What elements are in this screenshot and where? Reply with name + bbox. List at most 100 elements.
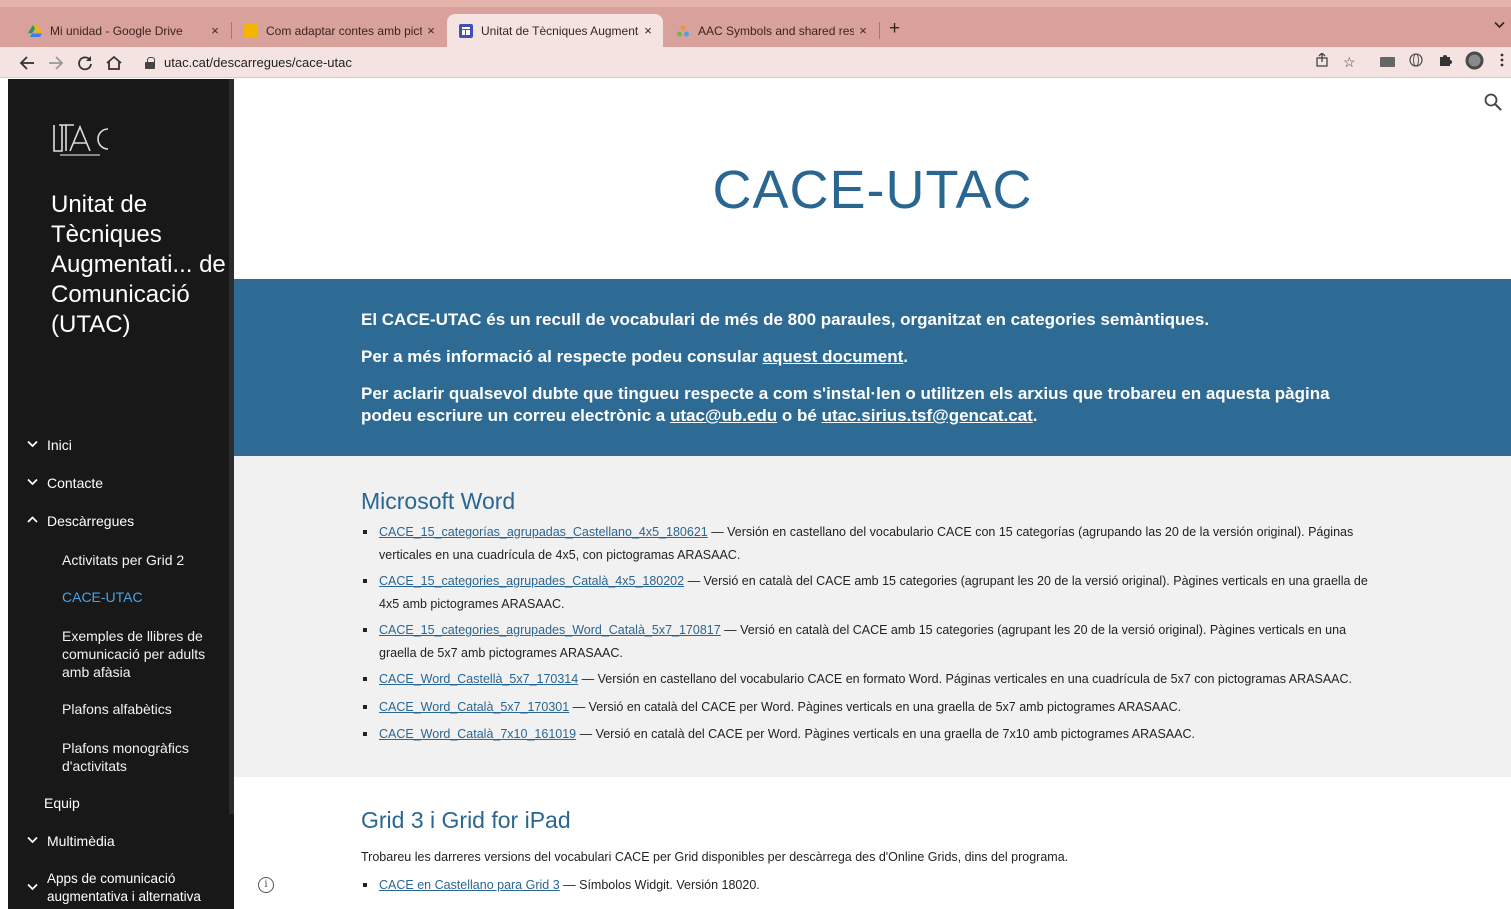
intro-paragraph-2: Per a més informació al respecte podeu c…	[361, 346, 1361, 368]
nav-label[interactable]: Plafons monogràfics d'activitats	[62, 739, 212, 775]
bullet	[363, 883, 367, 887]
tab-title: Mi unidad - Google Drive	[50, 23, 183, 38]
intro-paragraph-3: Per aclarir qualsevol dubte que tingueu …	[361, 383, 1361, 427]
nav-item-inici[interactable]: Inici	[27, 436, 72, 454]
bullet	[363, 579, 367, 583]
bullet	[363, 677, 367, 681]
profile-avatar[interactable]	[1465, 51, 1484, 74]
nav-subitem-exemples-llibres[interactable]: Exemples de llibres de comunicació per a…	[62, 627, 220, 681]
intro-text: Per a més informació al respecte podeu c…	[361, 347, 763, 366]
chevron-down-icon[interactable]	[27, 474, 41, 492]
nav-label[interactable]: Exemples de llibres de comunicació per a…	[62, 627, 220, 681]
nav-subitem-plafons-alfabetics[interactable]: Plafons alfabètics	[62, 700, 222, 718]
tab-utac[interactable]: Unitat de Tècniques Augmenta ×	[447, 14, 663, 47]
intro-paragraph-1: El CACE-UTAC és un recull de vocabulari …	[361, 309, 1361, 331]
info-icon[interactable]: i	[258, 877, 274, 893]
browser-menu-icon[interactable]	[1500, 53, 1504, 71]
site-sidebar: Unitat de Tècniques Augmentati... de Com…	[8, 79, 234, 909]
microsoft-word-section: Microsoft Word CACE_15_categorías_agrupa…	[234, 456, 1511, 777]
share-icon[interactable]	[1316, 52, 1328, 71]
nav-item-apps-caa[interactable]: Apps de comunicació augmentativa i alter…	[27, 870, 217, 906]
close-tab-icon[interactable]: ×	[639, 23, 657, 38]
aquest-document-link[interactable]: aquest document	[763, 347, 904, 366]
download-link[interactable]: CACE_15_categorías_agrupadas_Castellano_…	[379, 525, 708, 539]
close-tab-icon[interactable]: ×	[422, 23, 440, 38]
download-link[interactable]: CACE_Word_Català_5x7_170301	[379, 700, 569, 714]
nav-label[interactable]: Apps de comunicació augmentativa i alter…	[47, 870, 217, 906]
chevron-up-icon[interactable]	[27, 512, 41, 530]
nav-label[interactable]: Inici	[47, 436, 72, 454]
lock-icon[interactable]	[145, 57, 155, 69]
nav-item-contacte[interactable]: Contacte	[27, 474, 103, 492]
email-gencat-link[interactable]: utac.sirius.tsf@gencat.cat	[822, 406, 1033, 425]
browser-window: Mi unidad - Google Drive × Com adaptar c…	[0, 0, 1511, 909]
new-tab-button[interactable]: +	[889, 19, 900, 39]
download-link[interactable]: CACE_15_categories_agrupades_Català_4x5_…	[379, 574, 684, 588]
section-heading: Grid 3 i Grid for iPad	[361, 807, 571, 833]
nav-label[interactable]: Multimèdia	[47, 832, 115, 850]
google-drive-icon	[28, 24, 42, 38]
tab-aac-symbols[interactable]: AAC Symbols and shared reso ×	[664, 14, 878, 47]
window-top-edge	[0, 0, 1511, 7]
bookmark-star-icon[interactable]: ☆	[1343, 53, 1356, 71]
list-item: CACE_Word_Castellà_5x7_170314 — Versión …	[361, 668, 1381, 691]
extension-globe-icon[interactable]	[1409, 53, 1423, 71]
nav-label[interactable]: Plafons alfabètics	[62, 700, 172, 718]
nav-item-descarregues[interactable]: Descàrregues	[27, 512, 134, 530]
intro-text: o bé	[777, 406, 822, 425]
chevron-down-icon[interactable]	[27, 832, 41, 850]
address-bar[interactable]: utac.cat/descarregues/cace-utac	[136, 51, 1370, 74]
bullet	[363, 732, 367, 736]
utac-logo[interactable]	[50, 121, 112, 161]
grid3-section: Grid 3 i Grid for iPad Trobareu les darr…	[234, 777, 1511, 909]
chevron-down-icon[interactable]	[27, 879, 41, 897]
bullet	[363, 530, 367, 534]
nav-subitem-cace-utac[interactable]: CACE-UTAC	[62, 588, 222, 606]
extension-icon[interactable]	[1380, 53, 1395, 71]
download-link[interactable]: CACE_Word_Castellà_5x7_170314	[379, 672, 578, 686]
section-description: Trobareu les darreres versions del vocab…	[361, 850, 1069, 864]
google-slides-icon	[244, 23, 258, 38]
nav-subitem-activitats-grid2[interactable]: Activitats per Grid 2	[62, 551, 222, 569]
tab-title: AAC Symbols and shared reso	[698, 23, 854, 38]
reload-icon[interactable]	[77, 51, 93, 77]
download-link[interactable]: CACE_Word_Català_7x10_161019	[379, 727, 576, 741]
nav-label[interactable]: Activitats per Grid 2	[62, 551, 184, 569]
item-description: — Versió en català del CACE per Word. Pà…	[576, 727, 1195, 741]
list-item: CACE en Castellano para Grid 3 — Símbolo…	[361, 874, 1381, 897]
site-title[interactable]: Unitat de Tècniques Augmentati... de Com…	[51, 190, 226, 340]
nav-label[interactable]: Equip	[44, 794, 80, 812]
download-link[interactable]: CACE en Castellano para Grid 3	[379, 878, 560, 892]
nav-label[interactable]: CACE-UTAC	[62, 588, 143, 606]
nav-item-equip[interactable]: Equip	[44, 794, 80, 812]
chevron-down-icon[interactable]	[27, 436, 41, 454]
url-text[interactable]: utac.cat/descarregues/cace-utac	[164, 55, 352, 70]
back-arrow-icon[interactable]	[19, 51, 35, 77]
main-content: CACE-UTAC El CACE-UTAC és un recull de v…	[234, 79, 1511, 909]
tab-com-adaptar-contes[interactable]: Com adaptar contes amb picto ×	[232, 14, 446, 47]
tab-google-drive[interactable]: Mi unidad - Google Drive ×	[16, 14, 230, 47]
download-link[interactable]: CACE_15_categories_agrupades_Word_Català…	[379, 623, 721, 637]
tab-search-chevron-icon[interactable]	[1494, 20, 1505, 32]
tab-strip: Mi unidad - Google Drive × Com adaptar c…	[0, 0, 1511, 47]
browser-toolbar: utac.cat/descarregues/cace-utac ☆	[0, 47, 1511, 78]
close-tab-icon[interactable]: ×	[854, 23, 872, 38]
nav-label[interactable]: Descàrregues	[47, 512, 134, 530]
list-item: CACE_Word_Català_5x7_170301 — Versió en …	[361, 696, 1381, 719]
puzzle-extensions-icon[interactable]	[1438, 53, 1452, 71]
google-sites-icon	[459, 23, 473, 38]
nav-item-multimedia[interactable]: Multimèdia	[27, 832, 115, 850]
item-description: — Versió en català del CACE per Word. Pà…	[569, 699, 1182, 714]
nav-subitem-plafons-monografics[interactable]: Plafons monogràfics d'activitats	[62, 739, 212, 775]
intro-text: .	[1032, 406, 1038, 425]
intro-text: El CACE-UTAC és un recull de vocabulari …	[361, 310, 1210, 329]
close-tab-icon[interactable]: ×	[206, 23, 224, 38]
forward-arrow-icon[interactable]	[48, 51, 64, 77]
search-icon[interactable]	[1484, 93, 1504, 113]
nav-label[interactable]: Contacte	[47, 474, 103, 492]
page-title: CACE-UTAC	[712, 160, 1033, 220]
email-utac-ub-link[interactable]: utac@ub.edu	[670, 406, 777, 425]
tab-separator	[879, 22, 880, 39]
home-icon[interactable]	[106, 51, 122, 77]
item-description: — Símbolos Widgit. Versión 18020.	[559, 878, 760, 892]
